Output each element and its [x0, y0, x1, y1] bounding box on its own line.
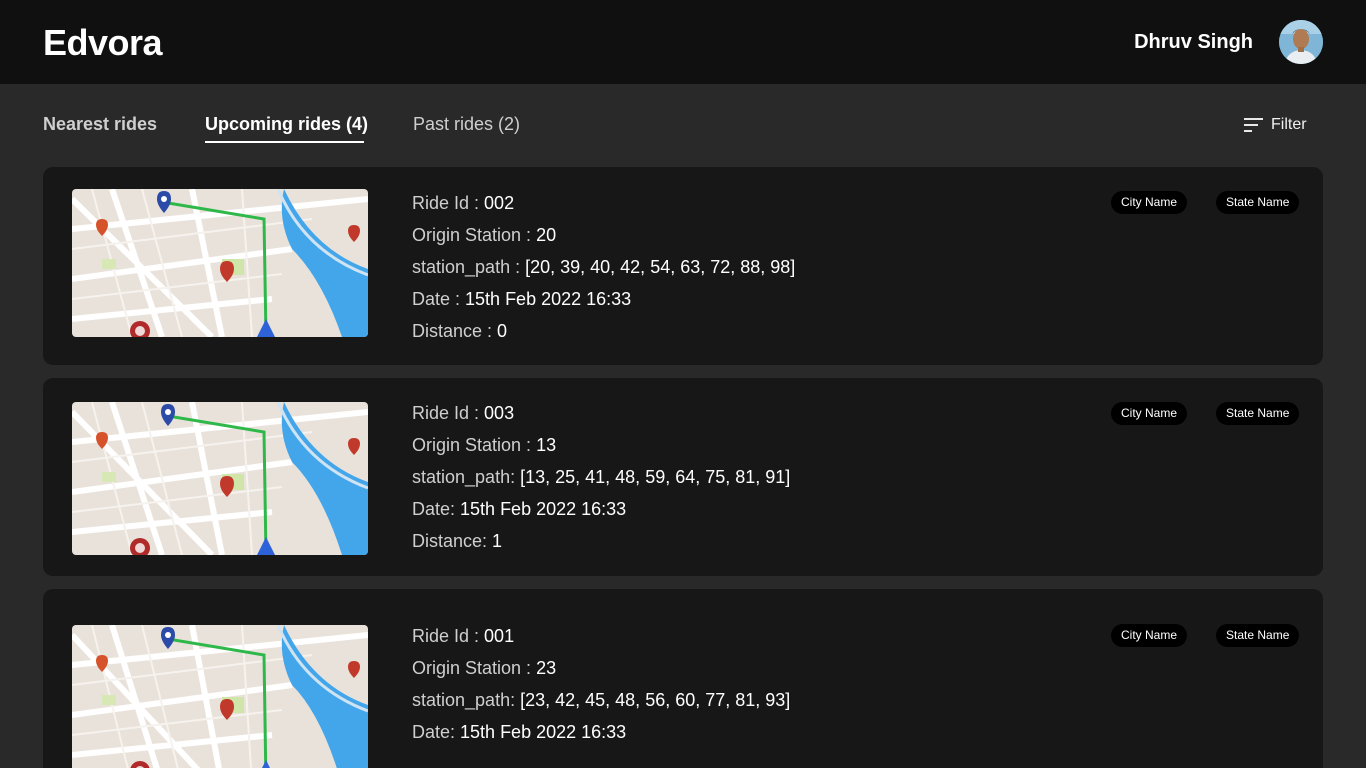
station-path-row: station_path : [20, 39, 40, 42, 54, 63, … [412, 251, 795, 283]
date-row: Date: 15th Feb 2022 16:33 [412, 493, 790, 525]
tab-upcoming-rides[interactable]: Upcoming rides (4) [205, 114, 368, 143]
origin-station-label: Origin Station : [412, 658, 537, 678]
tab-nearest-rides[interactable]: Nearest rides [43, 114, 157, 135]
city-name-badge[interactable]: City Name [1111, 402, 1188, 425]
origin-station-row: Origin Station : 20 [412, 219, 795, 251]
date-value: 15th Feb 2022 16:33 [460, 499, 627, 519]
ride-details: Ride Id : 002 Origin Station : 20 statio… [412, 187, 795, 347]
date-label: Date: [412, 499, 461, 519]
filter-button[interactable]: Filter [1244, 116, 1307, 134]
user-avatar[interactable] [1279, 20, 1323, 64]
distance-label: Distance : [412, 321, 498, 341]
station-path-value: [23, 42, 45, 48, 56, 60, 77, 81, 93] [520, 690, 791, 710]
filter-lines-icon [1244, 118, 1263, 132]
city-name-badge[interactable]: City Name [1111, 624, 1188, 647]
date-row: Date : 15th Feb 2022 16:33 [412, 283, 795, 315]
ride-id-value: 002 [484, 193, 515, 213]
date-row: Date: 15th Feb 2022 16:33 [412, 716, 790, 748]
ride-id-label: Ride Id : [412, 403, 485, 423]
ride-id-value: 001 [484, 626, 515, 646]
ride-id-row: Ride Id : 003 [412, 397, 790, 429]
ride-details: Ride Id : 003 Origin Station : 13 statio… [412, 397, 790, 557]
filter-label: Filter [1271, 116, 1307, 133]
ride-id-row: Ride Id : 002 [412, 187, 795, 219]
station-path-row: station_path: [13, 25, 41, 48, 59, 64, 7… [412, 461, 790, 493]
ride-id-label: Ride Id : [412, 626, 485, 646]
station-path-label: station_path : [412, 257, 526, 277]
origin-station-label: Origin Station : [412, 225, 537, 245]
date-value: 15th Feb 2022 16:33 [465, 289, 632, 309]
station-path-value: [20, 39, 40, 42, 54, 63, 72, 88, 98] [525, 257, 796, 277]
date-label: Date : [412, 289, 466, 309]
station-path-value: [13, 25, 41, 48, 59, 64, 75, 81, 91] [520, 467, 791, 487]
origin-station-row: Origin Station : 23 [412, 652, 790, 684]
distance-row: Distance: 1 [412, 525, 790, 557]
distance-value: 0 [497, 321, 508, 341]
origin-station-value: 23 [536, 658, 557, 678]
ride-map-image [72, 189, 368, 337]
station-path-row: station_path: [23, 42, 45, 48, 56, 60, 7… [412, 684, 790, 716]
tab-past-rides[interactable]: Past rides (2) [413, 114, 520, 135]
user-name: Dhruv Singh [1134, 31, 1253, 53]
state-name-badge[interactable]: State Name [1216, 191, 1300, 214]
distance-row: Distance : 0 [412, 315, 795, 347]
ride-id-row: Ride Id : 001 [412, 620, 790, 652]
state-name-badge[interactable]: State Name [1216, 624, 1300, 647]
ride-card[interactable]: Ride Id : 001 Origin Station : 23 statio… [43, 589, 1323, 768]
ride-map-image [72, 625, 368, 768]
city-name-badge[interactable]: City Name [1111, 191, 1188, 214]
date-label: Date: [412, 722, 461, 742]
ride-id-label: Ride Id : [412, 193, 485, 213]
origin-station-row: Origin Station : 13 [412, 429, 790, 461]
distance-value: 1 [492, 531, 503, 551]
station-path-label: station_path: [412, 690, 521, 710]
station-path-label: station_path: [412, 467, 521, 487]
brand-logo[interactable]: Edvora [43, 22, 163, 64]
top-bar: Edvora Dhruv Singh [0, 0, 1366, 84]
ride-details: Ride Id : 001 Origin Station : 23 statio… [412, 620, 790, 748]
origin-station-value: 20 [536, 225, 557, 245]
ride-card[interactable]: Ride Id : 003 Origin Station : 13 statio… [43, 378, 1323, 576]
origin-station-label: Origin Station : [412, 435, 537, 455]
ride-id-value: 003 [484, 403, 515, 423]
ride-map-image [72, 402, 368, 555]
state-name-badge[interactable]: State Name [1216, 402, 1300, 425]
ride-card[interactable]: Ride Id : 002 Origin Station : 20 statio… [43, 167, 1323, 365]
distance-label: Distance: [412, 531, 493, 551]
date-value: 15th Feb 2022 16:33 [460, 722, 627, 742]
origin-station-value: 13 [536, 435, 557, 455]
